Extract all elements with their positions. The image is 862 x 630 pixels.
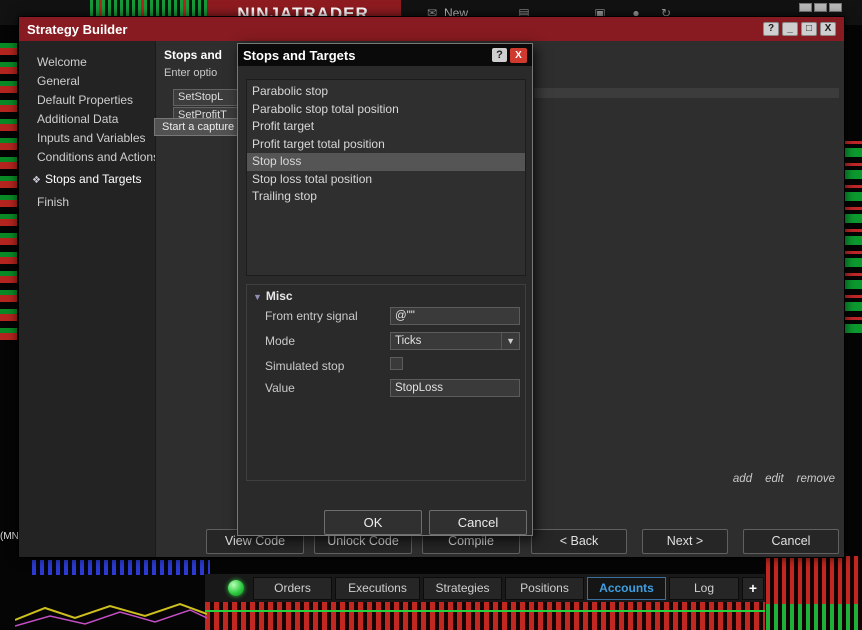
list-item[interactable]: Profit target total position [247,136,525,154]
current-step-icon: ❖ [32,175,41,186]
minimize-button[interactable]: _ [782,22,798,36]
sidebar-item-conditions-and-actions[interactable]: Conditions and Actions [19,148,155,167]
mode-select-value: Ticks [395,335,422,347]
sidebar-item-label: Stops and Targets [44,172,142,186]
help-button[interactable]: ? [763,22,779,36]
right-histogram [766,556,862,630]
sidebar-item-default-properties[interactable]: Default Properties [19,91,155,110]
page-description: Enter optio [164,67,218,79]
window-buttons: ? _ □ X [763,22,836,36]
tab-accounts[interactable]: Accounts [587,576,666,600]
start-capture-tooltip: Start a capture [154,118,243,136]
value-input[interactable]: StopLoss [390,379,520,397]
left-candlestick-chart [0,40,17,340]
add-tab-button[interactable]: + [742,576,764,600]
wizard-cancel-button[interactable]: Cancel [743,529,839,554]
red-histogram [205,601,765,630]
misc-group-label: Misc [265,289,293,303]
sidebar-item-additional-data[interactable]: Additional Data [19,110,155,129]
tab-strategies[interactable]: Strategies [423,576,502,600]
close-button[interactable]: X [820,22,836,36]
right-candlestick-chart [845,138,862,333]
indicator-waves [15,602,207,627]
simulated-stop-label: Simulated stop [265,359,345,373]
collapse-triangle-icon: ▼ [253,292,262,302]
status-tab-strip: Orders Executions Strategies Positions A… [205,574,765,602]
app-maximize-button[interactable] [814,3,827,12]
dialog-help-button[interactable]: ? [492,48,507,62]
list-item[interactable]: Trailing stop [247,188,525,206]
remove-link[interactable]: remove [797,473,835,485]
list-item[interactable]: Stop loss total position [247,171,525,189]
tab-orders[interactable]: Orders [253,576,332,600]
mode-select[interactable]: ▼ Ticks [390,332,520,350]
window-title: Strategy Builder [27,21,128,37]
sidebar-item-finish[interactable]: Finish [19,193,155,212]
sidebar-item-welcome[interactable]: Welcome [19,53,155,72]
chart-bars-decoration [90,0,208,16]
add-link[interactable]: add [733,473,752,485]
mode-label: Mode [265,334,296,348]
list-actions: add edit remove [733,473,835,485]
sidebar-item-stops-and-targets[interactable]: ❖ Stops and Targets [19,170,155,189]
app-close-button[interactable] [829,3,842,12]
dialog-titlebar[interactable]: Stops and Targets ? X [238,44,532,66]
list-item-selected[interactable]: Stop loss [247,153,525,171]
edit-link[interactable]: edit [765,473,784,485]
misc-property-group: ▼ Misc From entry signal @"" Mode ▼ Ticks … [246,284,526,481]
simulated-stop-checkbox[interactable] [390,357,403,370]
chevron-down-icon: ▼ [501,333,519,349]
list-item[interactable]: Parabolic stop total position [247,101,525,119]
back-button[interactable]: < Back [531,529,627,554]
tab-executions[interactable]: Executions [335,576,420,600]
ok-button[interactable]: OK [324,510,422,535]
stops-and-targets-dialog: Stops and Targets ? X Parabolic stop Par… [237,43,533,536]
next-button[interactable]: Next > [642,529,728,554]
strategy-builder-titlebar[interactable]: Strategy Builder ? _ □ X [19,17,844,41]
list-item[interactable]: Profit target [247,118,525,136]
screen: NINJATRADER ✉ New ▤ ▣ ● ↻ (MN Orders Exe… [0,0,862,630]
from-entry-signal-label: From entry signal [265,309,358,323]
value-label: Value [265,381,295,395]
dialog-cancel-button[interactable]: Cancel [429,510,527,535]
blue-volume-bars [32,560,210,575]
misc-group-header[interactable]: ▼ Misc [253,289,293,303]
from-entry-signal-input[interactable]: @"" [390,307,520,325]
set-stop-loss-item[interactable]: SetStopL [173,89,243,106]
sidebar-item-general[interactable]: General [19,72,155,91]
stop-type-list: Parabolic stop Parabolic stop total posi… [246,79,526,276]
tab-log[interactable]: Log [669,576,739,600]
app-minimize-button[interactable] [799,3,812,12]
maximize-button[interactable]: □ [801,22,817,36]
wizard-sidebar: Welcome General Default Properties Addit… [19,41,156,557]
list-item[interactable]: Parabolic stop [247,83,525,101]
chart-axis-label: (MN [0,531,19,542]
page-heading: Stops and [164,48,223,62]
dialog-close-button[interactable]: X [510,47,527,63]
connection-status-icon[interactable] [228,580,244,596]
dialog-titlebar-buttons: ? X [492,47,527,63]
dialog-title: Stops and Targets [243,47,356,63]
list-header-band [534,88,839,98]
tab-positions[interactable]: Positions [505,576,584,600]
sidebar-item-inputs-and-variables[interactable]: Inputs and Variables [19,129,155,148]
